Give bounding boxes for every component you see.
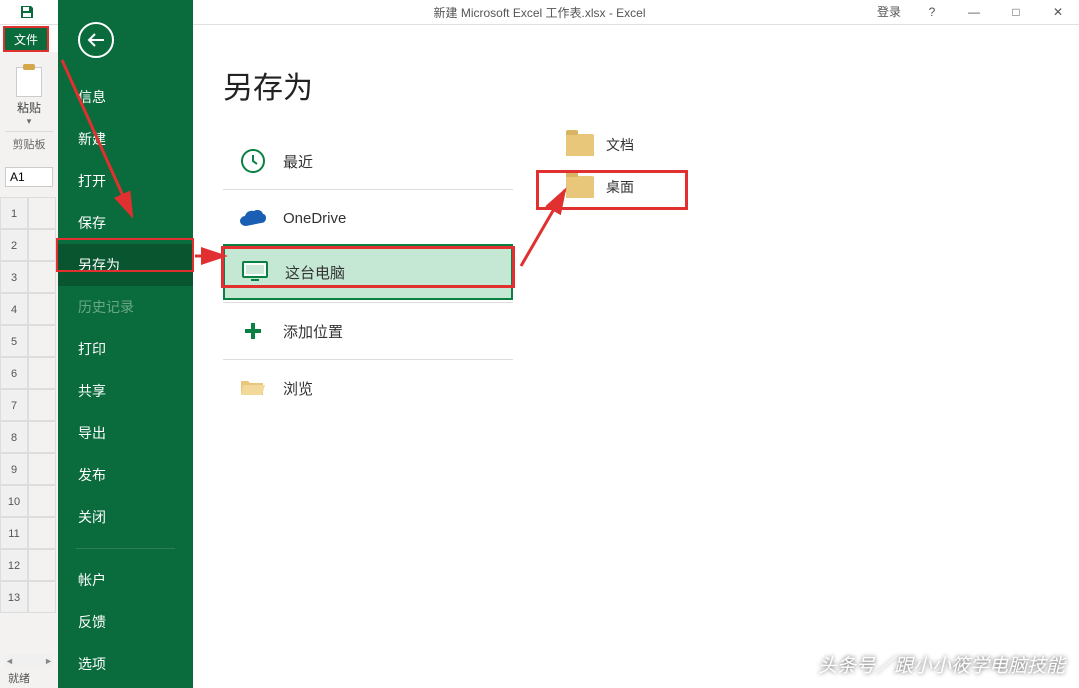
excel-background-strip: 粘贴 ▾ 剪贴板 A1 12345678910111213 ◄► 就绪 [0,52,58,688]
cell[interactable] [28,421,56,453]
row-header[interactable]: 11 [0,517,28,549]
nav-publish[interactable]: 发布 [58,454,193,496]
folder-desktop[interactable]: 桌面 [550,166,700,208]
divider [223,189,513,190]
horizontal-scrollbar[interactable]: ◄► [5,654,53,668]
page-title: 另存为 [223,63,1049,107]
nav-history: 历史记录 [58,286,193,328]
location-browse[interactable]: 浏览 [223,362,513,414]
help-button[interactable]: ? [911,0,953,25]
folder-list: 文档 桌面 [550,124,700,208]
computer-icon [239,258,271,286]
location-label: 浏览 [283,378,313,399]
row-header[interactable]: 3 [0,261,28,293]
nav-info[interactable]: 信息 [58,76,193,118]
nav-export[interactable]: 导出 [58,412,193,454]
row-header[interactable]: 6 [0,357,28,389]
nav-save-as[interactable]: 另存为 [58,244,193,286]
nav-print[interactable]: 打印 [58,328,193,370]
row-header[interactable]: 1 [0,197,28,229]
location-this-pc[interactable]: 这台电脑 [223,244,513,300]
cell[interactable] [28,485,56,517]
quick-save-icon[interactable] [20,5,34,19]
name-box[interactable]: A1 [5,167,53,187]
divider [223,359,513,360]
row-header[interactable]: 2 [0,229,28,261]
row-header[interactable]: 12 [0,549,28,581]
paste-icon[interactable] [16,67,42,97]
cell[interactable] [28,325,56,357]
nav-options[interactable]: 选项 [58,643,193,685]
nav-account[interactable]: 帐户 [58,559,193,601]
cell[interactable] [28,549,56,581]
folder-icon [566,176,594,198]
row-header[interactable]: 8 [0,421,28,453]
minimize-button[interactable]: — [953,0,995,25]
folder-label: 桌面 [606,177,634,197]
location-add-place[interactable]: 添加位置 [223,305,513,357]
clipboard-group-label: 剪贴板 [5,131,53,152]
paste-dropdown-icon[interactable]: ▾ [5,116,53,127]
cell[interactable] [28,581,56,613]
backstage-sidebar: 信息 新建 打开 保存 另存为 历史记录 打印 共享 导出 发布 关闭 帐户 反… [58,0,193,688]
maximize-button[interactable]: □ [995,0,1037,25]
location-label: 最近 [283,151,313,172]
status-bar: 就绪 [0,670,58,688]
cell[interactable] [28,389,56,421]
cell[interactable] [28,517,56,549]
folder-label: 文档 [606,135,634,155]
location-label: OneDrive [283,210,346,227]
cell[interactable] [28,357,56,389]
row-header[interactable]: 13 [0,581,28,613]
clock-icon [237,147,269,175]
nav-close[interactable]: 关闭 [58,496,193,538]
cell[interactable] [28,293,56,325]
window-title: 新建 Microsoft Excel 工作表.xlsx - Excel [433,4,645,21]
nav-divider [76,548,175,549]
nav-save[interactable]: 保存 [58,202,193,244]
row-header[interactable]: 5 [0,325,28,357]
folder-documents[interactable]: 文档 [550,124,700,166]
close-window-button[interactable]: ✕ [1037,0,1079,25]
plus-icon [237,317,269,345]
row-header[interactable]: 10 [0,485,28,517]
cell[interactable] [28,261,56,293]
cell[interactable] [28,197,56,229]
row-header[interactable]: 4 [0,293,28,325]
paste-label[interactable]: 粘贴 [5,99,53,116]
nav-open[interactable]: 打开 [58,160,193,202]
nav-share[interactable]: 共享 [58,370,193,412]
worksheet-grid: 12345678910111213 [0,197,58,613]
file-tab[interactable]: 文件 [5,28,47,50]
location-label: 这台电脑 [285,262,345,283]
row-header[interactable]: 9 [0,453,28,485]
login-button[interactable]: 登录 [867,0,911,25]
cloud-icon [237,204,269,232]
nav-feedback[interactable]: 反馈 [58,601,193,643]
row-header[interactable]: 7 [0,389,28,421]
back-button[interactable] [78,22,114,58]
cell[interactable] [28,453,56,485]
location-onedrive[interactable]: OneDrive [223,192,513,244]
location-recent[interactable]: 最近 [223,135,513,187]
divider [223,302,513,303]
folder-icon [566,134,594,156]
cell[interactable] [28,229,56,261]
nav-new[interactable]: 新建 [58,118,193,160]
location-label: 添加位置 [283,321,343,342]
folder-open-icon [237,374,269,402]
